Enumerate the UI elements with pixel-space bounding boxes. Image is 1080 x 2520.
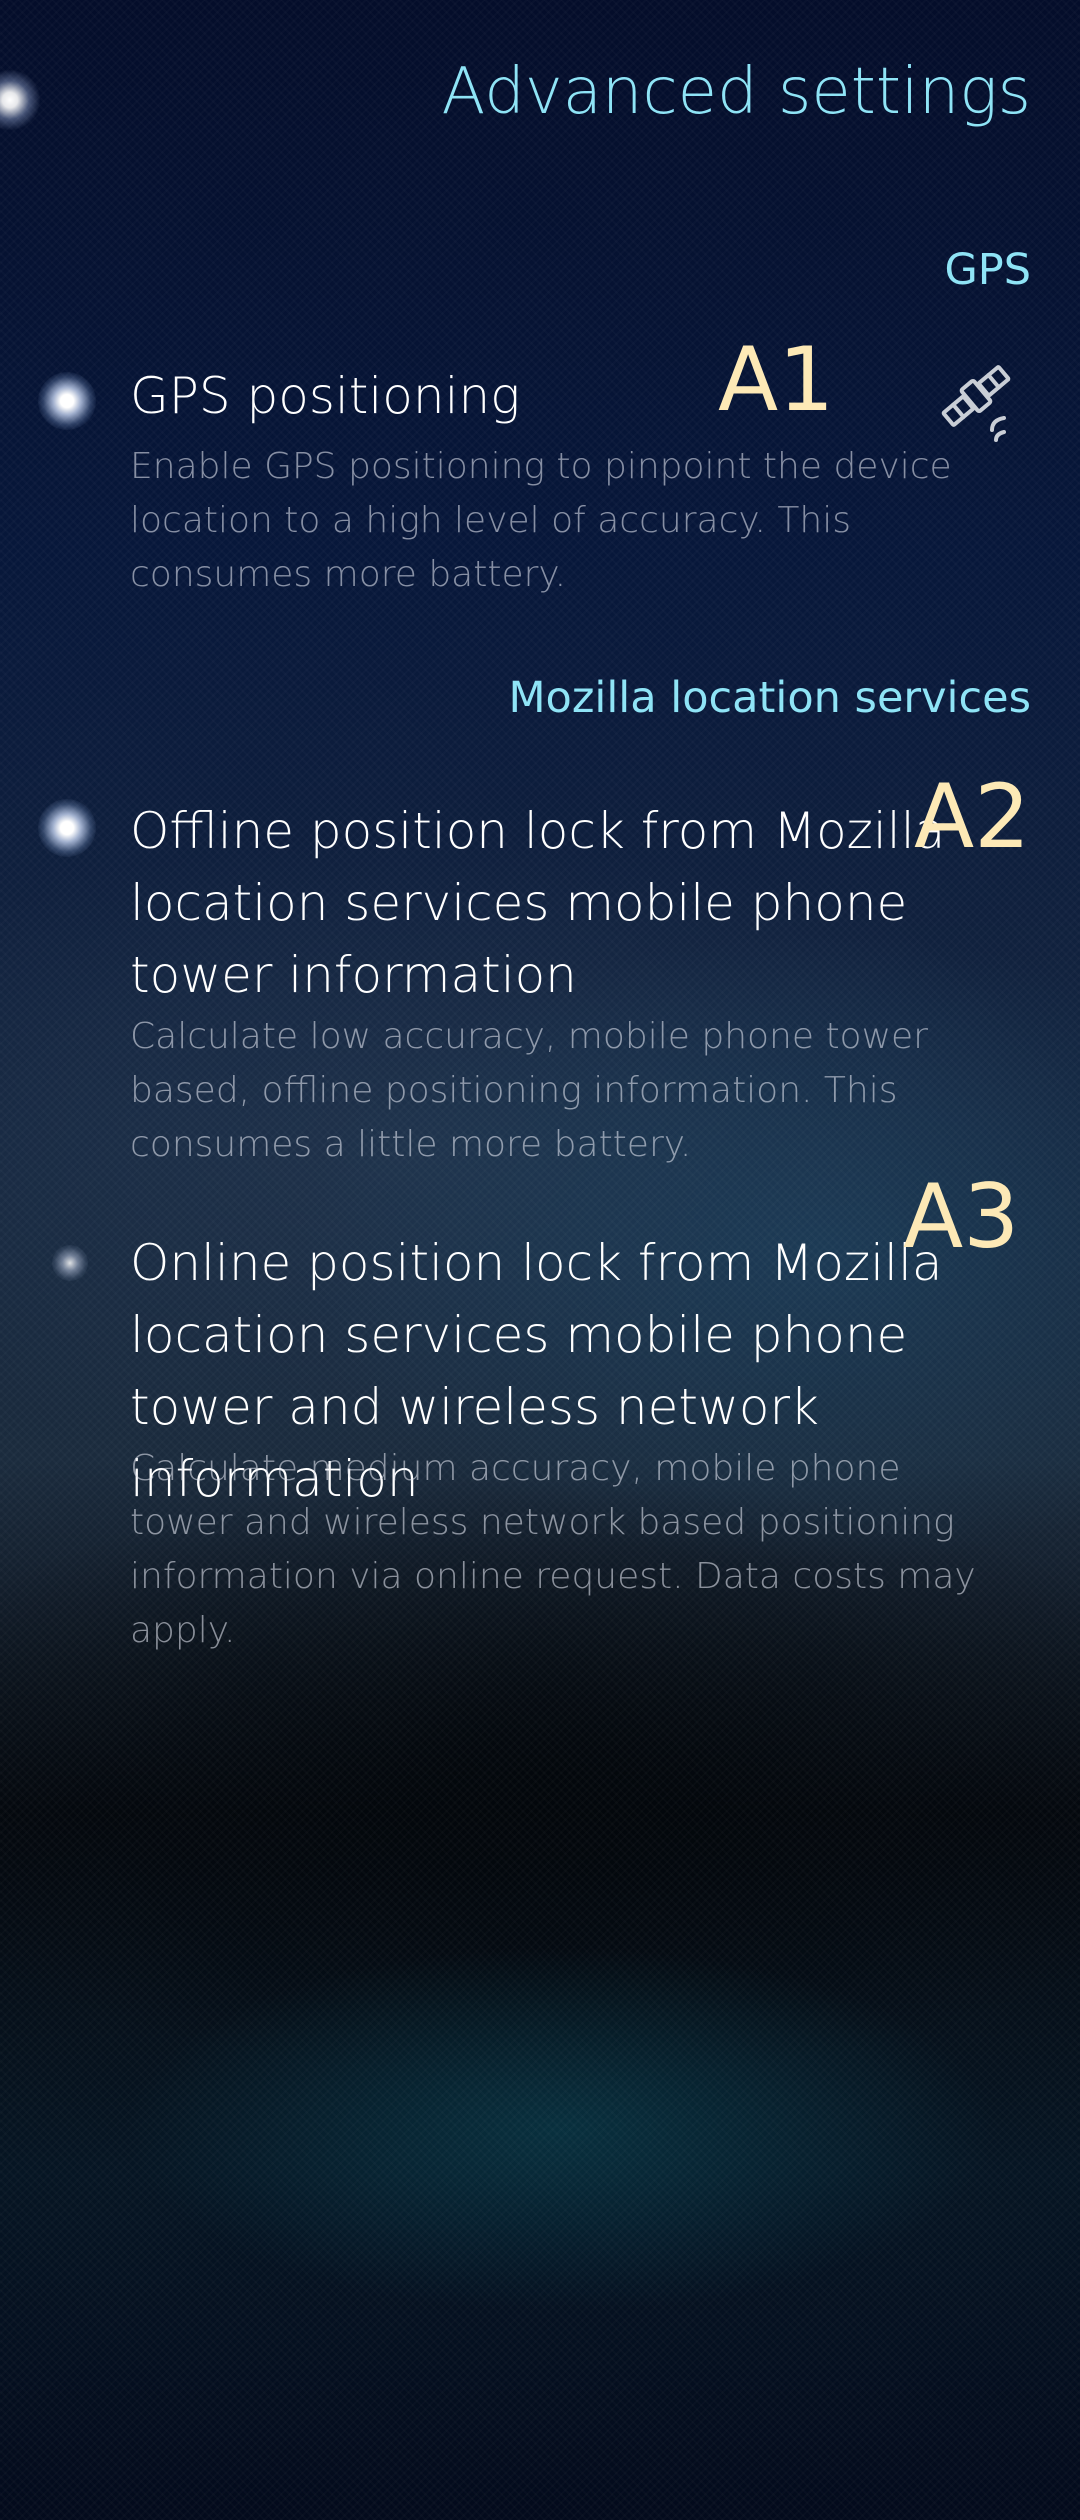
gps-positioning-description: Enable GPS positioning to pinpoint the d…	[130, 446, 952, 595]
page-title: Advanced settings	[441, 55, 1031, 129]
gps-positioning-title: GPS positioning	[130, 367, 521, 425]
annotation-a3: A3	[903, 1165, 1020, 1268]
online-position-lock-description: Calculate medium accuracy, mobile phone …	[130, 1448, 976, 1651]
section-header-mozilla: Mozilla location services	[508, 673, 1031, 723]
satellite-icon	[941, 365, 1011, 442]
online-position-lock-switch[interactable]	[52, 1245, 88, 1281]
offline-position-lock-switch[interactable]	[38, 799, 96, 857]
offline-position-lock-description: Calculate low accuracy, mobile phone tow…	[130, 1016, 928, 1165]
section-header-gps: GPS	[944, 245, 1031, 295]
pulley-menu-glow	[0, 70, 40, 130]
gps-positioning-switch[interactable]	[38, 372, 96, 430]
annotation-a1: A1	[718, 328, 835, 431]
offline-position-lock-title: Offline position lock from Mozilla locat…	[130, 802, 946, 1004]
annotation-a2: A2	[914, 765, 1031, 868]
